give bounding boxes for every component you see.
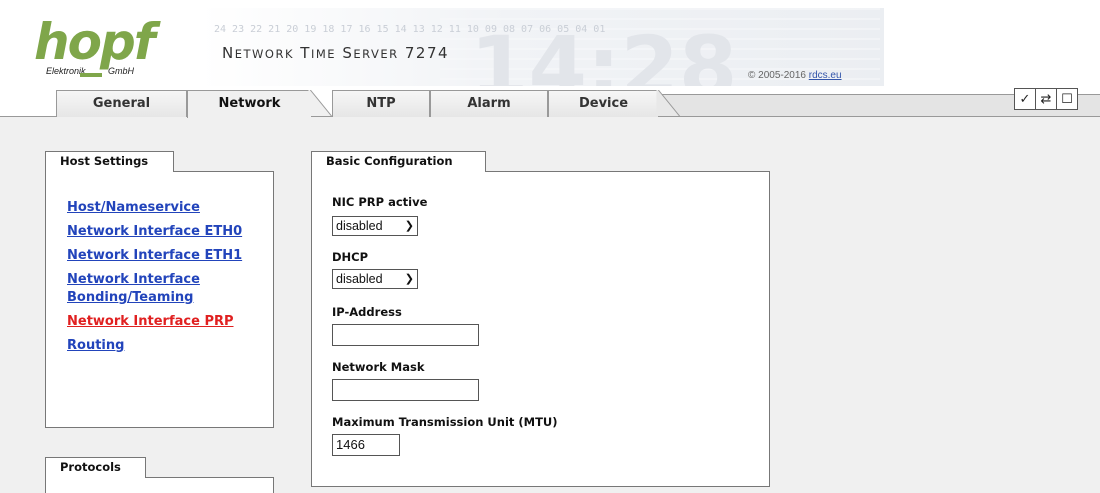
tab-general[interactable]: General xyxy=(56,90,187,117)
host-settings-title: Host Settings xyxy=(45,151,174,172)
ip-address-field[interactable] xyxy=(332,324,479,346)
link-network-interface-prp[interactable]: Network Interface PRP xyxy=(67,313,267,331)
mtu-field[interactable]: 1466 xyxy=(332,434,400,456)
title-letter: T xyxy=(300,44,311,62)
title-smallcaps: ETWORK xyxy=(234,47,294,61)
link-host-nameservice[interactable]: Host/Nameservice xyxy=(67,199,267,217)
protocols-title: Protocols xyxy=(45,457,146,478)
link-network-interface-eth1[interactable]: Network Interface ETH1 xyxy=(67,247,267,265)
nic-prp-select[interactable]: disabled ❯ xyxy=(332,216,418,236)
tab-alarm[interactable]: Alarm xyxy=(430,90,548,117)
page-header: hopf Elektronik GmbH 24 23 22 21 20 19 1… xyxy=(0,0,1100,88)
link-network-interface-bonding[interactable]: Network Interface Bonding/Teaming xyxy=(67,271,267,307)
network-mask-label: Network Mask xyxy=(332,360,425,374)
host-settings-links: Host/Nameservice Network Interface ETH0 … xyxy=(67,199,267,361)
dhcp-label: DHCP xyxy=(332,250,369,264)
nic-prp-label: NIC PRP active xyxy=(332,195,428,209)
main-tab-bar: General Network NTP Alarm Device ✓ ⇄ ☐ xyxy=(0,88,1100,118)
ip-address-label: IP-Address xyxy=(332,305,402,319)
product-model: 7274 xyxy=(404,44,450,62)
host-settings-panel: Host/Nameservice Network Interface ETH0 … xyxy=(45,171,274,428)
mtu-label: Maximum Transmission Unit (MTU) xyxy=(332,415,558,429)
title-letter: N xyxy=(222,44,235,62)
hopf-logo: hopf Elektronik GmbH xyxy=(34,13,174,80)
nic-prp-value: disabled xyxy=(336,219,383,233)
logo-subtitle-right: GmbH xyxy=(108,66,135,76)
content-area: Host Settings Host/Nameservice Network I… xyxy=(0,117,1100,493)
page-icon[interactable]: ☐ xyxy=(1056,88,1078,110)
link-network-interface-eth0[interactable]: Network Interface ETH0 xyxy=(67,223,267,241)
title-smallcaps: ERVER xyxy=(353,47,399,61)
checkmark-icon[interactable]: ✓ xyxy=(1014,88,1036,110)
dhcp-select[interactable]: disabled ❯ xyxy=(332,269,418,289)
copyright-notice: © 2005-2016 rdcs.eu xyxy=(748,70,842,81)
tab-network[interactable]: Network xyxy=(187,90,311,118)
title-smallcaps: IME xyxy=(310,47,337,61)
copyright-link[interactable]: rdcs.eu xyxy=(809,70,842,81)
tool-buttons: ✓ ⇄ ☐ xyxy=(1014,88,1078,110)
link-routing[interactable]: Routing xyxy=(67,337,267,355)
chevron-down-icon: ❯ xyxy=(404,220,414,232)
title-letter: S xyxy=(342,44,354,62)
network-mask-field[interactable] xyxy=(332,379,479,401)
tab-device[interactable]: Device xyxy=(548,90,658,117)
dhcp-value: disabled xyxy=(336,272,383,286)
product-title: NETWORK TIME SERVER 7274 xyxy=(222,44,449,62)
basic-configuration-panel: NIC PRP active disabled ❯ DHCP disabled … xyxy=(311,171,770,487)
logo-wordmark: hopf xyxy=(34,13,155,71)
protocols-panel xyxy=(45,477,274,493)
copyright-text: © 2005-2016 xyxy=(748,70,806,81)
basic-configuration-title: Basic Configuration xyxy=(311,151,486,172)
refresh-icon[interactable]: ⇄ xyxy=(1035,88,1057,110)
logo-bar xyxy=(80,73,102,77)
tab-ntp[interactable]: NTP xyxy=(332,90,430,117)
banner-big-clock: 14:28 xyxy=(470,18,738,86)
tab-device-edge xyxy=(656,90,680,117)
chevron-down-icon: ❯ xyxy=(404,273,414,285)
tab-network-edge xyxy=(308,90,332,117)
